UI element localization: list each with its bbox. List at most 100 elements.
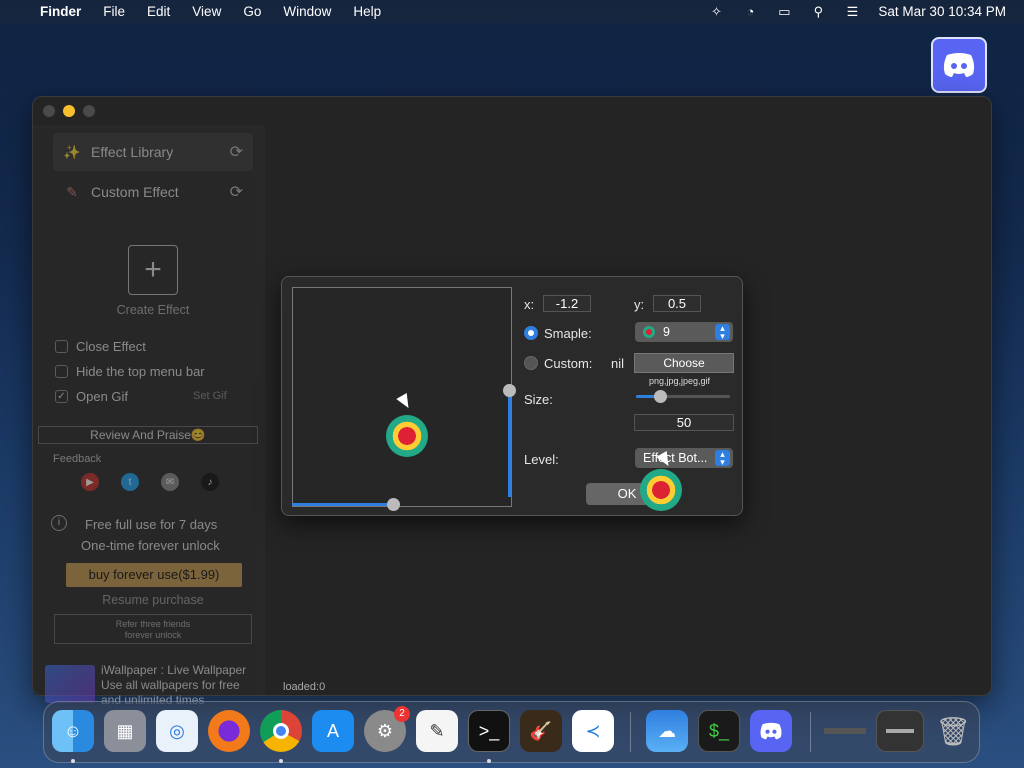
magic-wand-icon: ✨ [63,143,81,160]
trial-line: One-time forever unlock [81,538,220,553]
formats-note: png,jpg,jpeg,gif [649,376,711,386]
running-indicator [279,759,283,763]
firefox-icon[interactable] [208,710,250,752]
size-value-field[interactable]: 50 [634,414,734,431]
menu-clock[interactable]: Sat Mar 30 10:34 PM [878,4,1006,19]
chrome-center [273,723,289,739]
trial-line: Free full use for 7 days [85,517,218,532]
menu-go[interactable]: Go [243,4,261,19]
feedback-links: ▶ t ✉ ♪ [81,473,219,491]
y-value-field[interactable]: 0.5 [653,295,701,312]
minimized-chrome-window[interactable] [876,710,924,752]
refresh-icon[interactable]: ⟳ [230,142,243,162]
terminal-app-icon[interactable]: $_ [698,710,740,752]
sidebar-item-label: Custom Effect [91,184,179,200]
menu-edit[interactable]: Edit [147,4,170,19]
x-slider-knob[interactable] [387,498,400,511]
hide-menu-bar-checkbox[interactable]: Hide the top menu bar [55,364,205,379]
sample-label: Smaple: [544,326,592,341]
safari-icon[interactable]: ◎ [156,710,198,752]
terminal-icon[interactable]: >_ [468,710,510,752]
youtube-icon[interactable]: ▶ [81,473,99,491]
launchpad-icon[interactable]: ▦ [104,710,146,752]
chevron-updown-icon: ▴ ▾ [715,450,730,467]
spotlight-search-icon[interactable]: ⚲ [810,4,826,19]
system-settings-icon[interactable]: ⚙ 2 [364,706,410,752]
sample-effect-sprite [640,469,682,511]
window-controls [43,105,95,117]
menu-bar: Finder File Edit View Go Window Help ✧ ◔… [0,0,1024,23]
refresh-icon[interactable]: ⟳ [230,182,243,202]
level-select-value: Effect Bot... [643,451,708,465]
feedback-label: Feedback [53,453,102,465]
sample-select[interactable]: 9 ▴ ▾ [635,322,733,342]
choose-file-button[interactable]: Choose [634,353,734,373]
sidebar-item-custom-effect[interactable]: ✎ Custom Effect ⟳ [53,173,253,211]
x-value-field[interactable]: -1.2 [543,295,591,312]
y-label: y: [634,297,645,312]
minimize-window-button[interactable] [63,105,75,117]
running-indicator [487,759,491,763]
y-slider-knob[interactable] [503,384,516,397]
refer-friends-button[interactable]: Refer three friends forever unlock [54,614,252,644]
close-effect-checkbox[interactable]: Close Effect [55,339,146,354]
custom-value: nil [611,356,625,371]
effect-app-status-icon[interactable]: ✧ [708,4,724,19]
screens-status-icon[interactable]: ▭ [776,4,792,19]
buy-forever-button[interactable]: buy forever use($1.99) [66,563,242,587]
sidebar-item-effect-library[interactable]: ✨ Effect Library ⟳ [53,133,253,171]
menu-help[interactable]: Help [353,4,381,19]
dock-separator [810,712,811,752]
sample-radio[interactable] [524,326,538,340]
vscode-icon[interactable]: ≺ [572,710,614,752]
cursor-app-status-icon[interactable]: ◔ [742,4,758,19]
sample-select-value: 9 [663,325,670,339]
running-indicator [71,759,75,763]
dock-separator [630,712,631,752]
refer-line: Refer three friends [115,619,191,629]
set-gif-button[interactable]: Set Gif [193,390,227,402]
menu-app-name[interactable]: Finder [40,4,81,19]
menu-window[interactable]: Window [283,4,331,19]
checkbox-label: Open Gif [76,389,129,404]
weather-icon[interactable]: ☁ [646,710,688,752]
level-select[interactable]: Effect Bot... ▴ ▾ [635,448,733,468]
custom-radio[interactable] [524,356,538,370]
level-label: Level: [524,452,559,467]
twitter-icon[interactable]: t [121,473,139,491]
tiktok-icon[interactable]: ♪ [201,473,219,491]
textedit-icon[interactable]: ✎ [416,710,458,752]
minimized-window-thumbnail[interactable] [824,710,866,752]
zoom-window-button[interactable] [83,105,95,117]
finder-icon[interactable]: ☺ [52,710,94,752]
app-store-icon[interactable]: A [312,710,354,752]
promo-text: Use all wallpapers for free [101,678,240,692]
menu-file[interactable]: File [103,4,125,19]
checkbox-label: Hide the top menu bar [76,364,205,379]
custom-effect-dialog: x: -1.2 y: 0.5 Smaple: 9 ▴ ▾ Custom: nil … [281,276,743,516]
discord-icon[interactable] [750,710,792,752]
checkbox-box [55,340,68,353]
chevron-updown-icon: ▴ ▾ [715,324,730,341]
size-slider-knob[interactable] [653,390,667,403]
y-position-slider[interactable] [508,391,511,497]
size-slider[interactable] [636,395,730,398]
garageband-icon[interactable]: 🎸 [520,710,562,752]
chrome-icon[interactable] [260,710,302,752]
create-effect-button[interactable]: + [128,245,178,295]
checkbox-box [55,365,68,378]
iwallpaper-promo[interactable]: iWallpaper : Live Wallpaper Use all wall… [45,655,260,707]
close-window-button[interactable] [43,105,55,117]
trash-icon[interactable]: 🗑 [932,710,974,752]
iwallpaper-thumbnail [45,665,95,703]
menu-view[interactable]: View [192,4,221,19]
loaded-status: loaded:0 [283,681,326,693]
mail-icon[interactable]: ✉ [161,473,179,491]
desktop-discord-icon[interactable] [931,37,987,93]
open-gif-checkbox[interactable]: ✓ Open Gif [55,389,128,404]
review-and-praise-button[interactable]: Review And Praise😊 [38,426,258,444]
resume-purchase-link[interactable]: Resume purchase [53,593,253,607]
info-icon: i [51,515,67,531]
control-center-icon[interactable]: ☰ [844,4,860,19]
x-position-slider[interactable] [292,503,393,506]
